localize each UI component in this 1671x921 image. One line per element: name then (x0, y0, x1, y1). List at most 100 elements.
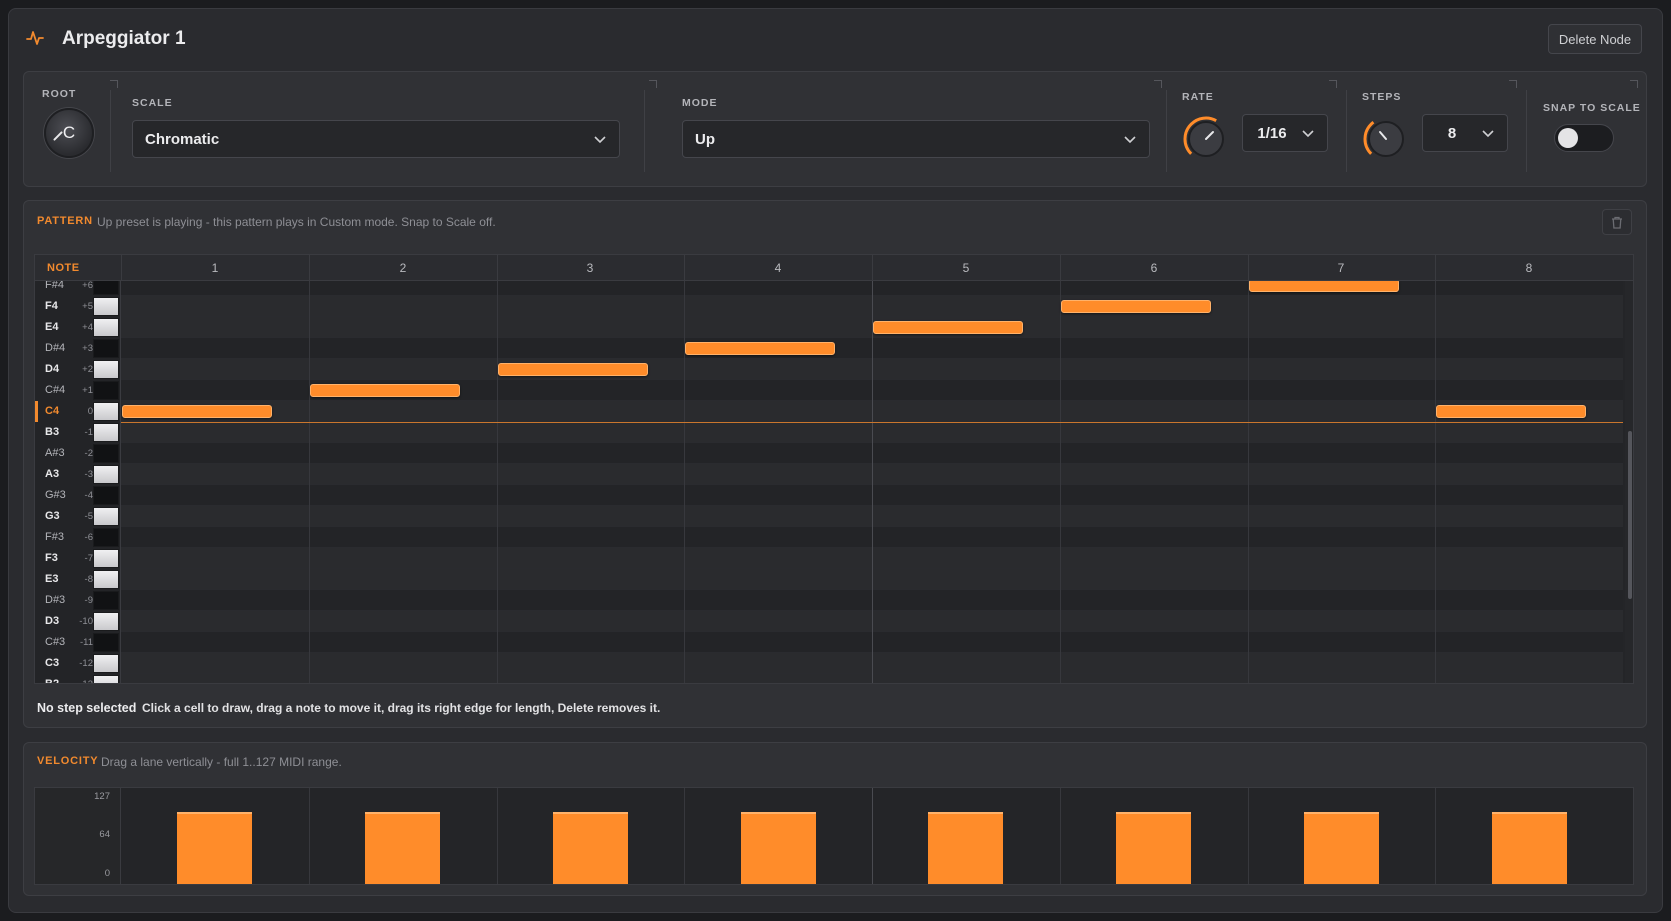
key-name: F#3 (45, 531, 64, 543)
velocity-bar[interactable] (1492, 812, 1567, 884)
clear-pattern-button[interactable] (1602, 209, 1632, 235)
white-key[interactable] (93, 549, 119, 568)
scrollbar-thumb[interactable] (1628, 431, 1632, 599)
key-row[interactable]: D3 -10 (35, 611, 121, 632)
key-row[interactable]: B3 -1 (35, 422, 121, 443)
toggle-thumb (1558, 128, 1578, 148)
rate-knob[interactable] (1182, 115, 1230, 163)
rate-select[interactable]: 1/16 (1242, 114, 1328, 152)
key-row[interactable]: A#3 -2 (35, 443, 121, 464)
note-block[interactable] (1436, 405, 1586, 418)
key-offset: +3 (82, 343, 93, 354)
white-key[interactable] (93, 318, 119, 337)
velocity-bar[interactable] (365, 812, 440, 884)
key-row[interactable]: C#3 -11 (35, 632, 121, 653)
chevron-down-icon (1124, 136, 1136, 144)
step-divider (121, 255, 122, 281)
key-row[interactable]: D#4 +3 (35, 338, 121, 359)
lane-divider (1435, 788, 1436, 884)
selection-status: No step selected (37, 701, 137, 715)
root-knob[interactable]: C (44, 108, 94, 158)
black-key[interactable] (93, 633, 119, 652)
key-name: F3 (45, 552, 58, 564)
key-row[interactable]: C3 -12 (35, 653, 121, 674)
key-offset: -7 (84, 553, 93, 564)
white-key[interactable] (93, 360, 119, 379)
note-block[interactable] (122, 405, 272, 418)
note-block[interactable] (1061, 300, 1211, 313)
black-key[interactable] (93, 339, 119, 358)
scale-label: SCALE (132, 97, 173, 109)
white-key[interactable] (93, 570, 119, 589)
velocity-bar[interactable] (553, 812, 628, 884)
steps-select[interactable]: 8 (1422, 114, 1508, 152)
key-name: D#4 (45, 342, 66, 354)
velocity-bar[interactable] (741, 812, 816, 884)
snap-to-scale-toggle[interactable] (1554, 124, 1614, 152)
key-row[interactable]: C4 0 (35, 401, 121, 422)
step-number: 6 (1150, 261, 1158, 275)
key-row[interactable]: A3 -3 (35, 464, 121, 485)
velocity-lanes[interactable] (121, 788, 1623, 884)
black-key[interactable] (93, 591, 119, 610)
step-number: 2 (399, 261, 407, 275)
velocity-bar[interactable] (928, 812, 1003, 884)
rate-value: 1/16 (1257, 124, 1287, 142)
white-key[interactable] (93, 507, 119, 526)
step-divider (1435, 281, 1436, 683)
key-row[interactable]: F4 +5 (35, 296, 121, 317)
white-key[interactable] (93, 297, 119, 316)
key-name: C#3 (45, 636, 66, 648)
mode-select[interactable]: Up (682, 120, 1150, 158)
steps-value: 8 (1447, 124, 1457, 142)
note-block[interactable] (685, 342, 835, 355)
scale-select[interactable]: Chromatic (132, 120, 620, 158)
piano-keys: F#4 +6 F4 +5 E4 +4 D#4 +3 D4 +2 C#4 +1 C4 0 B3 -1 A#3 -2 A… (35, 276, 121, 683)
key-row[interactable]: G3 -5 (35, 506, 121, 527)
black-key[interactable] (93, 444, 119, 463)
key-row[interactable]: E4 +4 (35, 317, 121, 338)
step-divider (1248, 255, 1249, 281)
step-divider (684, 255, 685, 281)
key-row[interactable]: E3 -8 (35, 569, 121, 590)
velocity-bar[interactable] (1116, 812, 1191, 884)
key-row[interactable]: B2 -13 (35, 674, 121, 683)
black-key[interactable] (93, 528, 119, 547)
black-key[interactable] (93, 381, 119, 400)
key-offset: -4 (84, 490, 93, 501)
white-key[interactable] (93, 654, 119, 673)
key-name: D4 (45, 363, 60, 375)
piano-roll-scrollbar[interactable] (1625, 281, 1633, 683)
note-block[interactable] (310, 384, 460, 397)
step-divider (1435, 255, 1436, 281)
note-block[interactable] (873, 321, 1023, 334)
velocity-lanes-area: 127 64 0 (34, 787, 1634, 885)
key-row[interactable]: D#3 -9 (35, 590, 121, 611)
key-offset: +4 (82, 322, 93, 333)
activity-icon (26, 31, 44, 45)
note-grid[interactable] (121, 275, 1623, 683)
white-key[interactable] (93, 612, 119, 631)
chevron-down-icon (1482, 130, 1494, 138)
white-key[interactable] (93, 675, 119, 683)
velocity-bar[interactable] (177, 812, 252, 884)
black-key[interactable] (93, 486, 119, 505)
delete-node-button[interactable]: Delete Node (1548, 24, 1642, 54)
white-key[interactable] (93, 423, 119, 442)
key-row[interactable]: C#4 +1 (35, 380, 121, 401)
key-name: G3 (45, 510, 60, 522)
white-key[interactable] (93, 465, 119, 484)
white-key[interactable] (93, 402, 119, 421)
key-row[interactable]: D4 +2 (35, 359, 121, 380)
velocity-tick: 0 (104, 868, 110, 879)
key-row[interactable]: G#3 -4 (35, 485, 121, 506)
velocity-bar[interactable] (1304, 812, 1379, 884)
note-block[interactable] (498, 363, 648, 376)
root-value: C (62, 123, 76, 142)
corner-mark (1329, 80, 1337, 88)
key-offset: +1 (82, 385, 93, 396)
steps-knob[interactable] (1362, 115, 1410, 163)
velocity-tick: 64 (99, 829, 110, 840)
key-row[interactable]: F3 -7 (35, 548, 121, 569)
key-row[interactable]: F#3 -6 (35, 527, 121, 548)
